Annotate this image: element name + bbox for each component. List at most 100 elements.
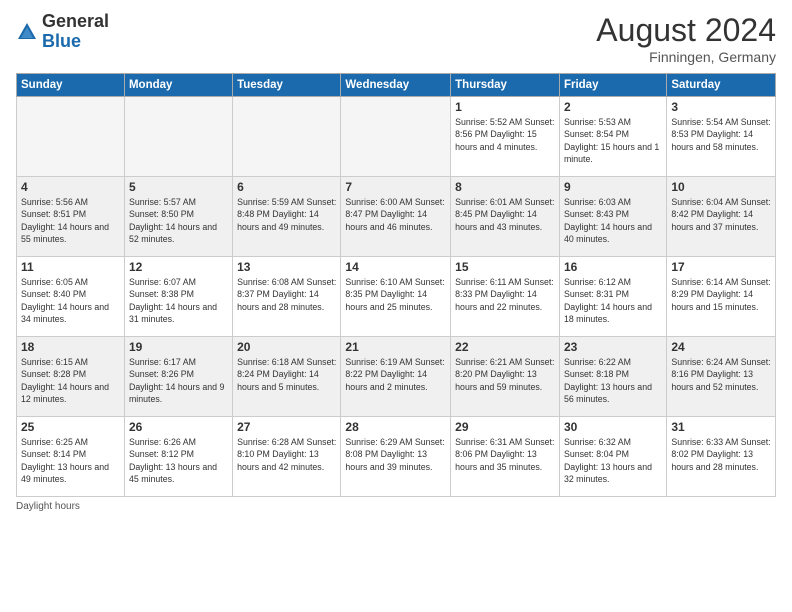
day-info: Sunrise: 5:57 AM Sunset: 8:50 PM Dayligh… (129, 196, 228, 245)
day-info: Sunrise: 5:53 AM Sunset: 8:54 PM Dayligh… (564, 116, 662, 165)
day-info: Sunrise: 6:17 AM Sunset: 8:26 PM Dayligh… (129, 356, 228, 405)
day-number: 28 (345, 420, 446, 434)
calendar-cell: 14Sunrise: 6:10 AM Sunset: 8:35 PM Dayli… (341, 257, 451, 337)
calendar-cell (124, 97, 232, 177)
calendar-cell: 10 Sunrise: 6:04 AM Sunset: 8:42 PM Dayli… (667, 177, 776, 257)
day-number: 9 (564, 180, 662, 194)
calendar-day-header: Monday (124, 74, 232, 97)
day-number: 22 (455, 340, 555, 354)
day-number: 20 (237, 340, 336, 354)
calendar-cell: 3 Sunrise: 5:54 AM Sunset: 8:53 PM Daylig… (667, 97, 776, 177)
day-number: 5 (129, 180, 228, 194)
day-info: Sunrise: 6:21 AM Sunset: 8:20 PM Dayligh… (455, 356, 555, 393)
calendar-cell: 6Sunrise: 5:59 AM Sunset: 8:48 PM Daylig… (233, 177, 341, 257)
logo-icon (16, 21, 38, 43)
calendar-cell: 23 Sunrise: 6:22 AM Sunset: 8:18 PM Dayli… (559, 337, 666, 417)
day-number: 11 (21, 260, 120, 274)
day-number: 3 (671, 100, 771, 114)
day-info: Sunrise: 6:31 AM Sunset: 8:06 PM Dayligh… (455, 436, 555, 473)
day-number: 12 (129, 260, 228, 274)
header: General Blue August 2024 Finningen, Germ… (16, 12, 776, 65)
calendar-cell: 9Sunrise: 6:03 AM Sunset: 8:43 PM Daylig… (559, 177, 666, 257)
calendar-cell: 22 Sunrise: 6:21 AM Sunset: 8:20 PM Dayli… (451, 337, 560, 417)
logo: General Blue (16, 12, 109, 52)
calendar-cell: 21 Sunrise: 6:19 AM Sunset: 8:22 PM Dayli… (341, 337, 451, 417)
calendar-cell: 26Sunrise: 6:26 AM Sunset: 8:12 PM Dayli… (124, 417, 232, 497)
day-info: Sunrise: 5:59 AM Sunset: 8:48 PM Dayligh… (237, 196, 336, 233)
day-info: Sunrise: 6:07 AM Sunset: 8:38 PM Dayligh… (129, 276, 228, 325)
day-number: 17 (671, 260, 771, 274)
day-info: Sunrise: 6:26 AM Sunset: 8:12 PM Dayligh… (129, 436, 228, 485)
calendar-table: SundayMondayTuesdayWednesdayThursdayFrid… (16, 73, 776, 497)
calendar-cell: 5 Sunrise: 5:57 AM Sunset: 8:50 PM Daylig… (124, 177, 232, 257)
calendar-cell: 18 Sunrise: 6:15 AM Sunset: 8:28 PM Dayli… (17, 337, 125, 417)
calendar-cell: 17 Sunrise: 6:14 AM Sunset: 8:29 PM Dayli… (667, 257, 776, 337)
day-number: 18 (21, 340, 120, 354)
calendar-cell: 15Sunrise: 6:11 AM Sunset: 8:33 PM Dayli… (451, 257, 560, 337)
footer: Daylight hours (16, 501, 776, 512)
calendar-header-row: SundayMondayTuesdayWednesdayThursdayFrid… (17, 74, 776, 97)
calendar-week-row: 1 Sunrise: 5:52 AM Sunset: 8:56 PM Daylig… (17, 97, 776, 177)
day-number: 1 (455, 100, 555, 114)
location: Finningen, Germany (596, 49, 776, 65)
day-number: 10 (671, 180, 771, 194)
day-info: Sunrise: 6:00 AM Sunset: 8:47 PM Dayligh… (345, 196, 446, 233)
calendar-cell: 29 Sunrise: 6:31 AM Sunset: 8:06 PM Dayli… (451, 417, 560, 497)
calendar-cell: 25Sunrise: 6:25 AM Sunset: 8:14 PM Dayli… (17, 417, 125, 497)
calendar-cell: 31Sunrise: 6:33 AM Sunset: 8:02 PM Dayli… (667, 417, 776, 497)
day-info: Sunrise: 6:32 AM Sunset: 8:04 PM Dayligh… (564, 436, 662, 485)
day-number: 21 (345, 340, 446, 354)
day-info: Sunrise: 6:33 AM Sunset: 8:02 PM Dayligh… (671, 436, 771, 473)
day-info: Sunrise: 6:08 AM Sunset: 8:37 PM Dayligh… (237, 276, 336, 313)
calendar-week-row: 18 Sunrise: 6:15 AM Sunset: 8:28 PM Dayli… (17, 337, 776, 417)
calendar-cell: 8Sunrise: 6:01 AM Sunset: 8:45 PM Daylig… (451, 177, 560, 257)
logo-text: General Blue (42, 12, 109, 52)
footer-label: Daylight hours (16, 501, 80, 512)
day-info: Sunrise: 6:19 AM Sunset: 8:22 PM Dayligh… (345, 356, 446, 393)
calendar-cell: 20 Sunrise: 6:18 AM Sunset: 8:24 PM Dayli… (233, 337, 341, 417)
day-number: 24 (671, 340, 771, 354)
day-number: 19 (129, 340, 228, 354)
day-number: 23 (564, 340, 662, 354)
day-info: Sunrise: 6:14 AM Sunset: 8:29 PM Dayligh… (671, 276, 771, 313)
day-info: Sunrise: 5:54 AM Sunset: 8:53 PM Dayligh… (671, 116, 771, 153)
calendar-day-header: Wednesday (341, 74, 451, 97)
day-info: Sunrise: 6:18 AM Sunset: 8:24 PM Dayligh… (237, 356, 336, 393)
calendar-cell (341, 97, 451, 177)
calendar-cell: 28 Sunrise: 6:29 AM Sunset: 8:08 PM Dayli… (341, 417, 451, 497)
day-info: Sunrise: 6:24 AM Sunset: 8:16 PM Dayligh… (671, 356, 771, 393)
calendar-cell: 4Sunrise: 5:56 AM Sunset: 8:51 PM Daylig… (17, 177, 125, 257)
calendar-cell: 30 Sunrise: 6:32 AM Sunset: 8:04 PM Dayli… (559, 417, 666, 497)
day-info: Sunrise: 6:12 AM Sunset: 8:31 PM Dayligh… (564, 276, 662, 325)
day-number: 14 (345, 260, 446, 274)
calendar-cell: 19 Sunrise: 6:17 AM Sunset: 8:26 PM Dayli… (124, 337, 232, 417)
calendar-day-header: Sunday (17, 74, 125, 97)
day-number: 16 (564, 260, 662, 274)
calendar-cell: 2 Sunrise: 5:53 AM Sunset: 8:54 PM Daylig… (559, 97, 666, 177)
day-info: Sunrise: 6:15 AM Sunset: 8:28 PM Dayligh… (21, 356, 120, 405)
day-number: 27 (237, 420, 336, 434)
calendar-day-header: Thursday (451, 74, 560, 97)
day-number: 2 (564, 100, 662, 114)
title-block: August 2024 Finningen, Germany (596, 12, 776, 65)
calendar-cell: 16 Sunrise: 6:12 AM Sunset: 8:31 PM Dayli… (559, 257, 666, 337)
day-number: 29 (455, 420, 555, 434)
day-number: 30 (564, 420, 662, 434)
day-info: Sunrise: 6:25 AM Sunset: 8:14 PM Dayligh… (21, 436, 120, 485)
day-info: Sunrise: 6:11 AM Sunset: 8:33 PM Dayligh… (455, 276, 555, 313)
day-number: 7 (345, 180, 446, 194)
calendar-cell: 7 Sunrise: 6:00 AM Sunset: 8:47 PM Daylig… (341, 177, 451, 257)
calendar-cell: 13 Sunrise: 6:08 AM Sunset: 8:37 PM Dayli… (233, 257, 341, 337)
calendar-week-row: 25Sunrise: 6:25 AM Sunset: 8:14 PM Dayli… (17, 417, 776, 497)
calendar-week-row: 11 Sunrise: 6:05 AM Sunset: 8:40 PM Dayli… (17, 257, 776, 337)
day-info: Sunrise: 6:04 AM Sunset: 8:42 PM Dayligh… (671, 196, 771, 233)
day-info: Sunrise: 6:22 AM Sunset: 8:18 PM Dayligh… (564, 356, 662, 405)
day-info: Sunrise: 6:29 AM Sunset: 8:08 PM Dayligh… (345, 436, 446, 473)
month-title: August 2024 (596, 12, 776, 49)
day-info: Sunrise: 6:05 AM Sunset: 8:40 PM Dayligh… (21, 276, 120, 325)
day-info: Sunrise: 5:52 AM Sunset: 8:56 PM Dayligh… (455, 116, 555, 153)
day-number: 13 (237, 260, 336, 274)
day-info: Sunrise: 6:01 AM Sunset: 8:45 PM Dayligh… (455, 196, 555, 233)
calendar-cell: 1 Sunrise: 5:52 AM Sunset: 8:56 PM Daylig… (451, 97, 560, 177)
calendar-cell: 12 Sunrise: 6:07 AM Sunset: 8:38 PM Dayli… (124, 257, 232, 337)
